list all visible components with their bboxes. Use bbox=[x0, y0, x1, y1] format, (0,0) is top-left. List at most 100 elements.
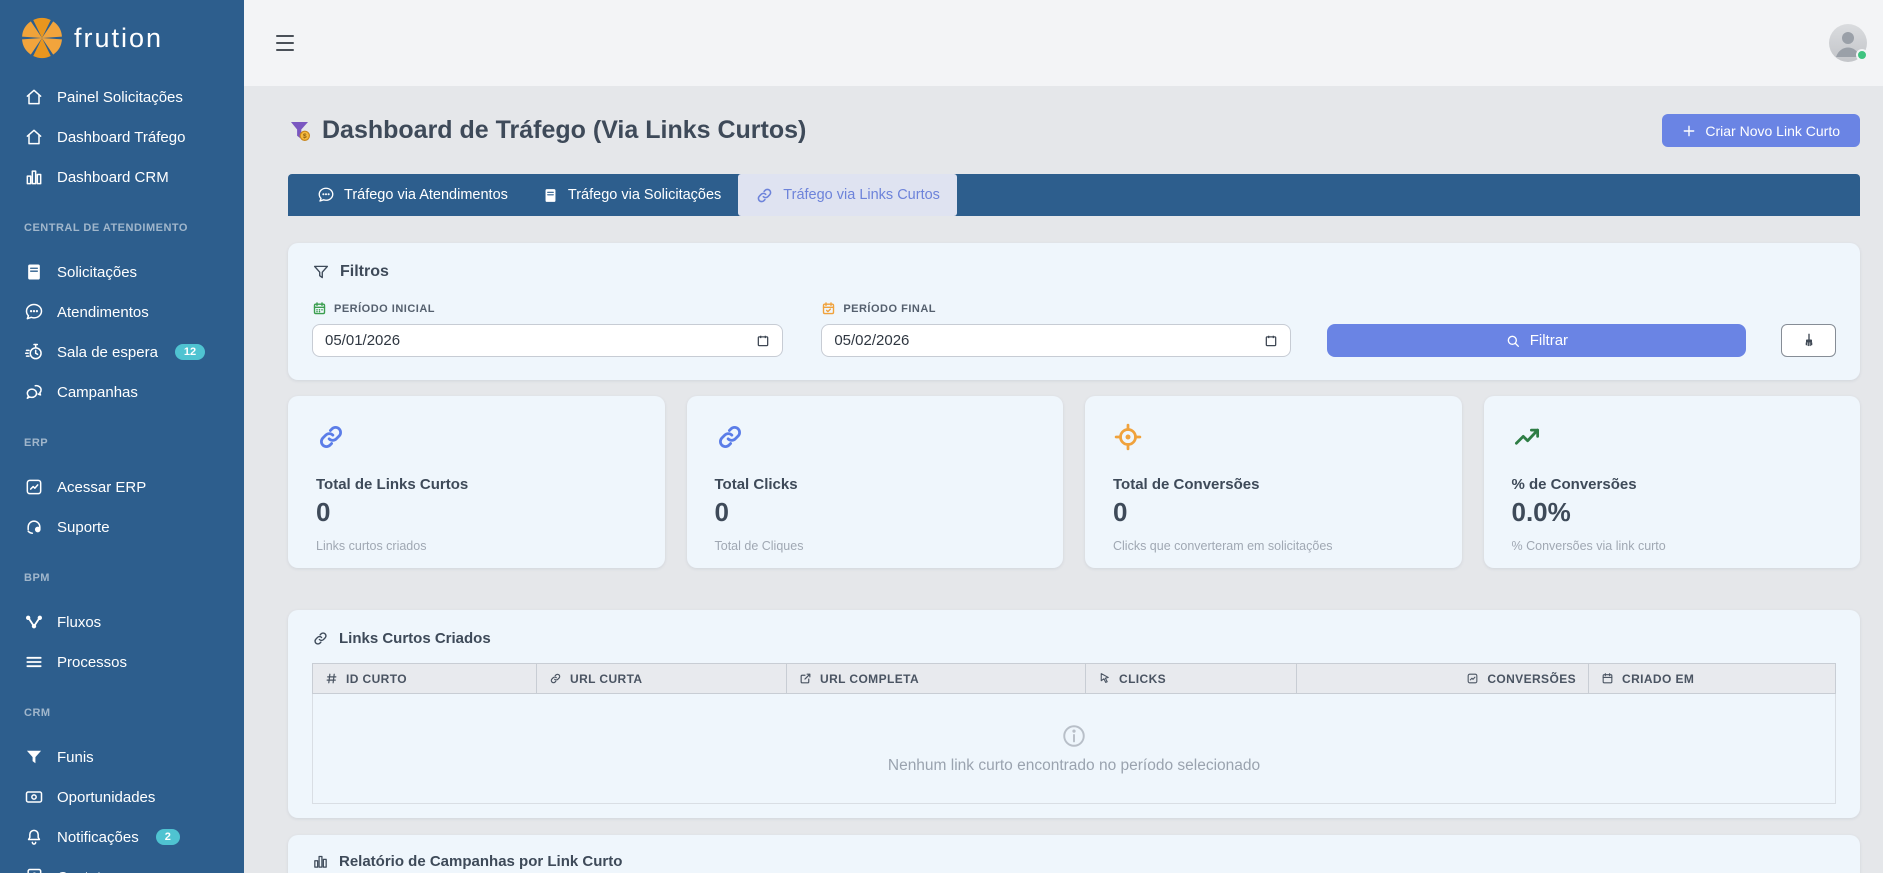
book-icon bbox=[24, 262, 44, 282]
column-url-completa: URL COMPLETA bbox=[787, 664, 1086, 693]
clear-filters-button[interactable] bbox=[1781, 324, 1836, 357]
brand-logo[interactable]: frution bbox=[0, 0, 244, 60]
page-content: $ Dashboard de Tráfego (Via Links Curtos… bbox=[244, 86, 1883, 873]
sidebar-section-central-atendimento: CENTRAL DE ATENDIMENTO bbox=[0, 197, 244, 252]
bar-chart-icon bbox=[312, 853, 329, 870]
sidebar-item-label: Processos bbox=[57, 654, 127, 671]
tab-label: Tráfego via Atendimentos bbox=[344, 187, 508, 203]
column-clicks: CLICKS bbox=[1086, 664, 1297, 693]
chart-square-icon bbox=[24, 477, 44, 497]
period-start-label: PERÍODO INICIAL bbox=[312, 301, 783, 316]
tab-trafego-links-curtos[interactable]: Tráfego via Links Curtos bbox=[738, 174, 957, 216]
broom-icon bbox=[1800, 332, 1818, 350]
tab-label: Tráfego via Solicitações bbox=[568, 187, 721, 203]
home-icon bbox=[24, 87, 44, 107]
sidebar-item-contatos[interactable]: Contatos bbox=[0, 857, 244, 873]
cursor-icon bbox=[1098, 672, 1111, 685]
tab-trafego-solicitacoes[interactable]: Tráfego via Solicitações bbox=[525, 174, 738, 216]
stat-title: Total de Conversões bbox=[1113, 476, 1434, 493]
app-root: frution Painel Solicitações Dashboard Tr… bbox=[0, 0, 1883, 873]
link-icon bbox=[316, 422, 637, 452]
sidebar-item-label: Contatos bbox=[57, 869, 117, 873]
contacts-icon bbox=[24, 867, 44, 873]
stat-title: Total Clicks bbox=[715, 476, 1036, 493]
sidebar-item-painel-solicitacoes[interactable]: Painel Solicitações bbox=[0, 77, 244, 117]
stat-subtitle: Clicks que converteram em solicitações bbox=[1113, 539, 1434, 553]
headset-icon bbox=[24, 517, 44, 537]
stat-subtitle: Total de Cliques bbox=[715, 539, 1036, 553]
stat-value: 0 bbox=[715, 497, 1036, 528]
link-icon bbox=[312, 630, 329, 647]
chat-dots-icon bbox=[24, 302, 44, 322]
links-table-empty-state: Nenhum link curto encontrado no período … bbox=[312, 694, 1836, 804]
sidebar-item-dashboard-trafego[interactable]: Dashboard Tráfego bbox=[0, 117, 244, 157]
sidebar-item-dashboard-crm[interactable]: Dashboard CRM bbox=[0, 157, 244, 197]
empty-message: Nenhum link curto encontrado no período … bbox=[888, 757, 1260, 775]
sidebar-item-fluxos[interactable]: Fluxos bbox=[0, 602, 244, 642]
tab-label: Tráfego via Links Curtos bbox=[783, 187, 940, 203]
page-title-text: Dashboard de Tráfego (Via Links Curtos) bbox=[322, 116, 806, 145]
filters-panel: Filtros PERÍODO INICIAL 05/01/2026 bbox=[288, 243, 1860, 380]
date-picker-icon[interactable] bbox=[756, 334, 770, 348]
sidebar-item-atendimentos[interactable]: Atendimentos bbox=[0, 292, 244, 332]
link-icon bbox=[715, 422, 1036, 452]
sidebar-item-oportunidades[interactable]: Oportunidades bbox=[0, 777, 244, 817]
sidebar-item-label: Sala de espera bbox=[57, 344, 158, 361]
report-heading: Relatório de Campanhas por Link Curto bbox=[312, 853, 1836, 870]
stat-card-pct-conversoes: % de Conversões 0.0% % Conversões via li… bbox=[1484, 396, 1861, 568]
stat-subtitle: Links curtos criados bbox=[316, 539, 637, 553]
stat-subtitle: % Conversões via link curto bbox=[1512, 539, 1833, 553]
filter-button[interactable]: Filtrar bbox=[1327, 324, 1746, 357]
funnel-icon bbox=[24, 747, 44, 767]
stat-card-total-clicks: Total Clicks 0 Total de Cliques bbox=[687, 396, 1064, 568]
traffic-tabs: Tráfego via Atendimentos Tráfego via Sol… bbox=[288, 174, 1860, 216]
calendar-orange-icon bbox=[821, 301, 836, 316]
period-end-label: PERÍODO FINAL bbox=[821, 301, 1290, 316]
stat-value: 0 bbox=[1113, 497, 1434, 528]
stopwatch-icon bbox=[24, 342, 44, 362]
sidebar-item-sala-de-espera[interactable]: Sala de espera 12 bbox=[0, 332, 244, 372]
user-avatar[interactable] bbox=[1829, 24, 1867, 62]
frution-pinwheel-icon bbox=[20, 16, 64, 60]
waiting-room-badge: 12 bbox=[175, 344, 205, 360]
funnel-dollar-icon: $ bbox=[288, 119, 312, 143]
stat-title: % de Conversões bbox=[1512, 476, 1833, 493]
tab-trafego-atendimentos[interactable]: Tráfego via Atendimentos bbox=[300, 174, 525, 216]
filters-heading: Filtros bbox=[312, 263, 1836, 281]
column-url-curta: URL CURTA bbox=[537, 664, 787, 693]
sidebar-item-funis[interactable]: Funis bbox=[0, 737, 244, 777]
bar-chart-icon bbox=[24, 167, 44, 187]
topbar bbox=[244, 0, 1883, 86]
sidebar-item-label: Acessar ERP bbox=[57, 479, 146, 496]
flow-icon bbox=[24, 612, 44, 632]
sidebar-item-label: Dashboard Tráfego bbox=[57, 129, 185, 146]
sidebar-item-campanhas[interactable]: Campanhas bbox=[0, 372, 244, 412]
stat-value: 0.0% bbox=[1512, 497, 1833, 528]
period-end-value: 05/02/2026 bbox=[834, 332, 909, 349]
create-short-link-button[interactable]: Criar Novo Link Curto bbox=[1662, 114, 1860, 147]
period-start-value: 05/01/2026 bbox=[325, 332, 400, 349]
date-picker-icon[interactable] bbox=[1264, 334, 1278, 348]
sidebar-item-label: Fluxos bbox=[57, 614, 101, 631]
period-start-input[interactable]: 05/01/2026 bbox=[312, 324, 783, 357]
column-conversoes: CONVERSÕES bbox=[1297, 664, 1589, 693]
sidebar-item-label: Atendimentos bbox=[57, 304, 149, 321]
links-table-heading: Links Curtos Criados bbox=[312, 630, 1836, 647]
filters-title: Filtros bbox=[340, 263, 389, 281]
notifications-badge: 2 bbox=[156, 829, 180, 845]
sidebar-item-solicitacoes[interactable]: Solicitações bbox=[0, 252, 244, 292]
hash-icon bbox=[325, 672, 338, 685]
sidebar-item-suporte[interactable]: Suporte bbox=[0, 507, 244, 547]
sidebar-item-notificacoes[interactable]: Notificações 2 bbox=[0, 817, 244, 857]
create-short-link-label: Criar Novo Link Curto bbox=[1705, 123, 1840, 139]
links-table-header: ID CURTO URL CURTA URL COMPLETA CLI bbox=[312, 663, 1836, 694]
stat-title: Total de Links Curtos bbox=[316, 476, 637, 493]
period-end-input[interactable]: 05/02/2026 bbox=[821, 324, 1290, 357]
sidebar-item-acessar-erp[interactable]: Acessar ERP bbox=[0, 467, 244, 507]
online-status-dot bbox=[1856, 49, 1868, 61]
sidebar-item-processos[interactable]: Processos bbox=[0, 642, 244, 682]
hamburger-menu-icon[interactable] bbox=[276, 35, 298, 51]
money-icon bbox=[24, 787, 44, 807]
sidebar-section-erp: ERP bbox=[0, 412, 244, 467]
report-panel: Relatório de Campanhas por Link Curto bbox=[288, 835, 1860, 873]
